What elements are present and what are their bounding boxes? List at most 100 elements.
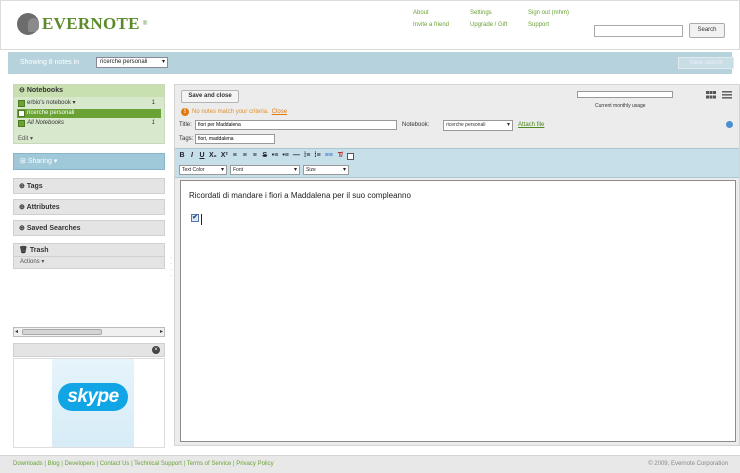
saved-searches-title: Saved Searches — [26, 225, 81, 232]
trash-actions-menu[interactable]: Actions ▾ — [13, 257, 165, 269]
size-select[interactable]: Size ▾ — [303, 165, 349, 175]
size-value: Size — [306, 167, 316, 173]
font-select[interactable]: Font ▾ — [230, 165, 300, 175]
underline-button[interactable]: U — [199, 152, 205, 162]
list-view-icon[interactable] — [722, 91, 732, 99]
search-button[interactable]: Search — [689, 23, 725, 38]
notebook-item-all[interactable]: All Notebooks 1 — [17, 119, 161, 128]
grid-view-icon[interactable] — [706, 91, 716, 99]
expand-icon: ⊕ — [19, 225, 27, 232]
notebook-item-selected[interactable]: ricerche personali — [17, 109, 161, 118]
invite-friend-link[interactable]: Invite a friend — [413, 22, 449, 28]
scroll-left-icon[interactable]: ◂ — [15, 328, 18, 336]
tags-title: Tags — [26, 183, 43, 190]
showing-notebook-select[interactable]: ricerche personali ▾ — [96, 57, 168, 68]
italic-button[interactable]: I — [189, 152, 195, 162]
footer-links[interactable]: Downloads | Blog | Developers | Contact … — [13, 461, 274, 467]
ad-panel: skype — [13, 358, 165, 448]
numbered-list-button[interactable]: ⁞≡ — [304, 152, 310, 162]
sign-out-link[interactable]: Sign out (mhm) — [528, 10, 569, 16]
format-selects: Text Color ▾ Font ▾ Size ▾ — [179, 165, 349, 175]
note-body-editor[interactable]: Ricordati di mandare i fiori a Maddalena… — [180, 180, 736, 442]
no-match-warning: ! No notes match your criteria. Close — [181, 108, 287, 116]
formatting-toolbar: B I U X₂ X² ≡ ≡ ≡ S •≡ •≡ — ⁞≡ ⁞≡ ≡≡ T̸ … — [175, 148, 739, 178]
scroll-right-icon[interactable]: ▸ — [160, 328, 163, 336]
bold-button[interactable]: B — [179, 152, 185, 162]
notebook-select-value: ricerche personali — [446, 122, 486, 128]
text-cursor — [201, 214, 202, 225]
notebook-icon — [18, 100, 25, 107]
notebook-label: Notebook: — [402, 122, 430, 128]
link-button[interactable]: ≡≡ — [325, 152, 333, 162]
expand-icon: ⊕ — [19, 183, 27, 190]
attributes-header[interactable]: ⊕ Attributes — [13, 199, 165, 215]
attach-file-link[interactable]: Attach file — [518, 122, 544, 128]
scrollbar-thumb[interactable] — [22, 329, 102, 335]
tags-input[interactable] — [195, 134, 275, 144]
notebooks-edit-menu[interactable]: Edit ▾ — [18, 135, 33, 142]
save-search-button[interactable]: Save search — [678, 57, 734, 69]
bullet-list-button[interactable]: ⁞≡ — [314, 152, 320, 162]
notebook-item[interactable]: erbio's notebook ▾ 1 — [17, 99, 161, 108]
chevron-down-icon: ▾ — [161, 59, 165, 65]
notebook-icon — [18, 110, 25, 117]
settings-link[interactable]: Settings — [470, 10, 492, 16]
text-color-value: Text Color — [182, 167, 205, 173]
tags-label: Tags: — [179, 136, 194, 142]
title-input[interactable] — [195, 120, 397, 130]
logo-wordmark: EVERNOTE — [42, 14, 140, 33]
note-editor-panel: Save and close Current monthly usage ! N… — [174, 84, 740, 446]
notebook-count: 1 — [151, 100, 155, 106]
about-link[interactable]: About — [413, 10, 429, 16]
collapse-icon: ⊖ — [19, 87, 27, 94]
indent-button[interactable]: •≡ — [272, 152, 279, 162]
outdent-button[interactable]: •≡ — [282, 152, 289, 162]
app-footer: Downloads | Blog | Developers | Contact … — [0, 455, 740, 473]
text-color-select[interactable]: Text Color ▾ — [179, 165, 227, 175]
notebook-label: All Notebooks — [27, 120, 65, 126]
support-link[interactable]: Support — [528, 22, 549, 28]
checked-checkbox[interactable]: ✔ — [191, 214, 199, 222]
tags-header[interactable]: ⊕ Tags — [13, 178, 165, 194]
superscript-button[interactable]: X² — [221, 152, 228, 162]
skype-logo: skype — [58, 383, 128, 411]
search-input[interactable] — [594, 25, 683, 37]
saved-searches-header[interactable]: ⊕ Saved Searches — [13, 220, 165, 236]
trash-icon: 🗑 — [19, 247, 30, 254]
align-left-button[interactable]: ≡ — [232, 152, 238, 162]
sidebar-scrollbar[interactable]: ◂ ▸ — [13, 327, 165, 337]
app-header: EVERNOTE ® About Settings Sign out (mhm)… — [0, 0, 740, 50]
title-label: Title: — [179, 122, 192, 128]
strikethrough-button[interactable]: S — [262, 152, 268, 162]
sharing-icon: ⊞ — [20, 158, 28, 165]
notebooks-panel: ⊖ Notebooks erbio's notebook ▾ 1 ricerch… — [13, 84, 165, 144]
subscript-button[interactable]: X₂ — [209, 152, 217, 162]
align-center-button[interactable]: ≡ — [242, 152, 248, 162]
note-body-text: Ricordati di mandare i fiori a Maddalena… — [189, 191, 411, 200]
evernote-logo[interactable]: EVERNOTE ® — [17, 13, 147, 35]
logo-trademark: ® — [142, 21, 148, 27]
info-icon[interactable] — [726, 121, 733, 128]
chevron-down-icon: ▾ — [293, 167, 297, 173]
notebooks-header[interactable]: ⊖ Notebooks — [14, 85, 164, 97]
skype-ad-banner[interactable]: skype — [52, 359, 134, 447]
notebook-label: erbio's notebook ▾ — [27, 100, 76, 106]
chevron-down-icon: ▾ — [220, 167, 224, 173]
usage-meter — [577, 91, 673, 98]
horizontal-rule-button[interactable]: — — [293, 152, 300, 162]
footer-copyright: © 2009, Evernote Corporation — [648, 461, 728, 467]
sharing-menu[interactable]: ⊞ Sharing ▾ — [13, 153, 165, 170]
ad-panel-header: × — [13, 343, 165, 357]
checkbox-insert-icon[interactable] — [346, 153, 354, 160]
upgrade-gift-link[interactable]: Upgrade / Gift — [470, 22, 507, 28]
chevron-down-icon: ▾ — [506, 122, 510, 128]
align-right-button[interactable]: ≡ — [252, 152, 258, 162]
notebook-icon — [18, 120, 25, 127]
format-buttons: B I U X₂ X² ≡ ≡ ≡ S •≡ •≡ — ⁞≡ ⁞≡ ≡≡ T̸ — [179, 152, 354, 162]
trash-header[interactable]: 🗑 Trash — [13, 243, 165, 257]
close-icon[interactable]: × — [152, 346, 160, 354]
notebook-select[interactable]: ricerche personali ▾ — [443, 120, 513, 131]
clear-format-button[interactable]: T̸ — [337, 152, 343, 162]
warning-close-link[interactable]: Close — [272, 109, 287, 115]
save-and-close-button[interactable]: Save and close — [181, 90, 239, 103]
